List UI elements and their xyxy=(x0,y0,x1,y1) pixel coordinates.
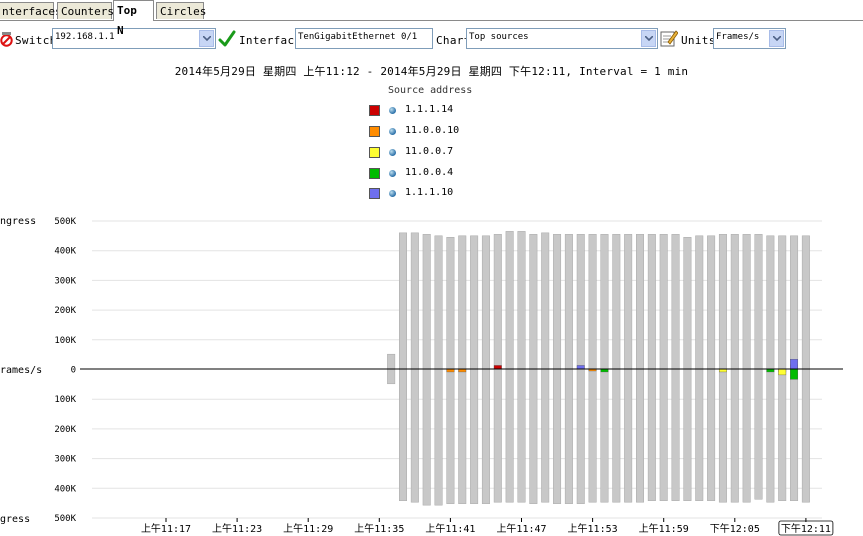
y-tick-label: 400K xyxy=(54,247,76,257)
bars xyxy=(387,231,810,506)
y-tick-label: 400K xyxy=(54,484,76,494)
traffic-bar[interactable] xyxy=(778,235,787,501)
y-axis-label-units: rames/s xyxy=(0,365,42,376)
x-axis: 上午11:17 上午11:23 上午11:29 上午11:35 上午11:41 上午11:… xyxy=(141,518,834,536)
y-tick-label: 200K xyxy=(54,306,76,316)
tab-top-n[interactable]: Top N xyxy=(113,0,154,37)
traffic-bar[interactable] xyxy=(612,234,621,503)
top-source-mark[interactable] xyxy=(790,368,798,380)
traffic-bar[interactable] xyxy=(754,234,763,500)
traffic-bar[interactable] xyxy=(742,234,751,503)
traffic-bar[interactable] xyxy=(636,234,644,503)
y-tick-label: 500K xyxy=(54,217,76,227)
y-axis-label-egress: gress xyxy=(0,514,30,525)
traffic-bar[interactable] xyxy=(517,231,526,503)
traffic-bar[interactable] xyxy=(647,234,656,501)
top-source-mark[interactable] xyxy=(493,365,502,370)
x-tick-label: 上午11:23 xyxy=(212,522,262,535)
traffic-bar[interactable] xyxy=(434,235,443,506)
traffic-bar[interactable] xyxy=(410,232,419,503)
top-n-chart: 500K 400K 300K 200K 100K 0 100K 200K 300K 400K 500… xyxy=(0,216,843,536)
y-tick-label: 300K xyxy=(54,455,76,465)
y-axis-label-ingress: ngress xyxy=(0,216,36,227)
traffic-bar[interactable] xyxy=(695,235,704,501)
x-tick-label: 上午11:17 xyxy=(141,522,191,535)
y-tick-label: 100K xyxy=(54,395,76,405)
traffic-bar[interactable] xyxy=(707,235,716,501)
y-tick-label: 200K xyxy=(54,425,76,435)
x-tick-label: 上午11:53 xyxy=(568,522,618,535)
top-source-mark[interactable] xyxy=(778,368,787,376)
traffic-bar[interactable] xyxy=(730,234,739,503)
y-axis: 500K 400K 300K 200K 100K 0 100K 200K 300K 400K 500… xyxy=(54,217,76,524)
y-tick-label: 100K xyxy=(54,336,76,346)
traffic-bar[interactable] xyxy=(600,234,609,503)
traffic-bar[interactable] xyxy=(659,234,668,501)
traffic-bar[interactable] xyxy=(541,232,550,503)
x-tick-label: 上午11:47 xyxy=(496,522,546,535)
x-tick-label: 下午12:05 xyxy=(710,522,760,535)
traffic-bar[interactable] xyxy=(588,234,597,503)
top-source-mark[interactable] xyxy=(576,365,585,370)
traffic-bar[interactable] xyxy=(470,235,479,504)
x-tick-label: 上午11:59 xyxy=(639,522,689,535)
y-tick-label: 300K xyxy=(54,276,76,286)
x-tick-label: 上午11:41 xyxy=(425,522,475,535)
x-tick-label: 上午11:35 xyxy=(354,522,404,535)
top-source-mark[interactable] xyxy=(790,359,798,370)
traffic-bar[interactable] xyxy=(624,234,633,503)
traffic-bar[interactable] xyxy=(422,234,431,506)
traffic-bar[interactable] xyxy=(671,234,680,501)
traffic-bar[interactable] xyxy=(399,232,407,501)
y-tick-label: 500K xyxy=(54,514,76,524)
traffic-bar[interactable] xyxy=(505,231,514,503)
y-tick-label: 0 xyxy=(71,366,76,376)
traffic-bar[interactable] xyxy=(481,235,490,504)
x-tick-label: 下午12:11 xyxy=(781,522,831,535)
traffic-bar[interactable] xyxy=(718,234,727,503)
x-tick-label: 上午11:29 xyxy=(283,522,333,535)
